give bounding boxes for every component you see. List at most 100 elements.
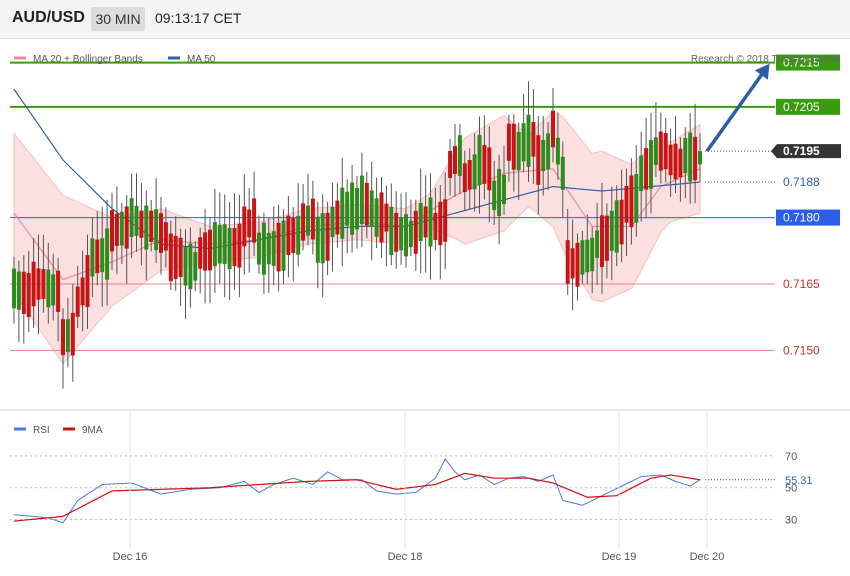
candle-body-30 [159,213,163,253]
candle-body-0 [12,268,16,309]
candle-body-40 [208,229,212,271]
candle-body-44 [227,228,232,270]
candle-body-140 [698,151,702,165]
candle-body-106 [531,122,536,157]
candle-body-49 [252,198,257,243]
candle-body-54 [276,222,281,272]
candle-body-50 [257,232,261,265]
candle-body-39 [203,232,208,271]
candle-body-129 [644,148,649,190]
candle-body-123 [614,200,619,253]
candle-body-42 [217,224,222,264]
rsi-tick-label-0: 70 [785,451,797,463]
candle-body-37 [193,251,198,281]
candle-body-95 [477,134,482,186]
candle-body-97 [487,147,492,191]
candle-body-118 [590,237,595,272]
candle-body-132 [658,131,663,171]
candle-body-53 [271,231,276,266]
candle-body-84 [423,206,428,238]
candle-body-4 [31,261,36,307]
candle-body-31 [163,222,168,251]
candle-body-35 [183,247,188,286]
candle-body-61 [310,198,315,240]
ma50-value-label: 0.7188 [783,175,820,189]
candle-body-24 [129,198,134,237]
candle-body-100 [502,174,506,205]
candle-body-48 [247,209,252,238]
rsi-tick-label-2: 30 [785,515,797,527]
candle-body-122 [609,210,614,251]
candle-body-25 [134,205,139,236]
candle-body-38 [198,237,203,269]
candle-body-69 [350,182,355,235]
candle-body-92 [462,163,467,193]
candle-body-34 [178,237,183,278]
candle-body-119 [595,230,600,258]
pivot-label: 0.7180 [783,211,820,225]
candle-body-78 [394,212,399,252]
candle-body-64 [325,212,330,261]
price-chart: 0.72150.72050.71950.71880.71800.71650.71… [0,54,850,563]
candle-body-21 [114,213,119,246]
candle-body-124 [619,199,624,245]
candle-body-66 [335,200,340,235]
candle-body-2 [21,271,26,314]
candle-body-139 [693,136,698,181]
x-tick-label-1: Dec 18 [388,551,423,563]
candle-body-120 [600,215,604,268]
legend-ma20-label: MA 20 + Bollinger Bands [33,54,143,65]
candle-body-58 [296,215,301,255]
last-price-label: 0.7195 [783,144,820,158]
candle-body-80 [404,214,408,257]
candle-body-27 [144,205,149,250]
candle-body-1 [16,271,21,310]
candle-body-127 [634,174,639,223]
candle-body-113 [565,240,570,284]
candle-body-115 [575,242,580,287]
candle-body-111 [555,137,560,165]
x-tick-label-3: Dec 20 [690,551,725,563]
candle-body-57 [291,217,296,253]
candle-body-13 [75,286,80,317]
candle-body-87 [438,201,443,246]
candle-body-72 [364,182,369,226]
legend-ma50-label: MA 50 [187,54,216,65]
candle-body-85 [428,197,433,247]
candle-body-125 [624,185,629,223]
candle-body-112 [560,156,565,190]
candle-body-6 [41,269,46,299]
forecast-arrow-head [754,63,770,80]
candle-body-14 [80,277,85,306]
candle-body-22 [119,211,124,246]
candle-body-60 [306,205,310,236]
rsi-value-label: 55.31 [785,475,813,487]
x-tick-label-2: Dec 19 [602,551,637,563]
candle-body-93 [467,159,472,190]
candle-body-117 [585,239,590,273]
copyright-watermark: Research © 2018 Trading Central [691,54,840,65]
candle-body-71 [359,175,364,225]
candle-body-68 [345,191,350,226]
rsi-lines-layer [13,458,701,524]
candle-body-12 [70,312,75,356]
candle-body-52 [266,232,271,265]
candle-body-94 [472,154,477,190]
candle-body-9 [56,270,61,312]
candle-body-79 [399,217,404,251]
candle-body-47 [242,206,247,247]
legend-9ma-label: 9MA [82,425,103,436]
candle-body-62 [315,216,320,263]
candle-body-133 [663,133,668,170]
candle-body-41 [212,222,217,267]
candle-body-83 [418,202,423,242]
candle-body-19 [105,228,110,280]
candle-body-126 [629,175,634,228]
candle-body-130 [649,140,653,189]
candle-body-20 [110,210,114,252]
candle-body-28 [149,210,154,242]
forecast-arrow-shaft [705,67,768,153]
candle-body-77 [389,206,394,255]
candle-body-105 [526,114,531,167]
candle-body-32 [168,233,173,282]
